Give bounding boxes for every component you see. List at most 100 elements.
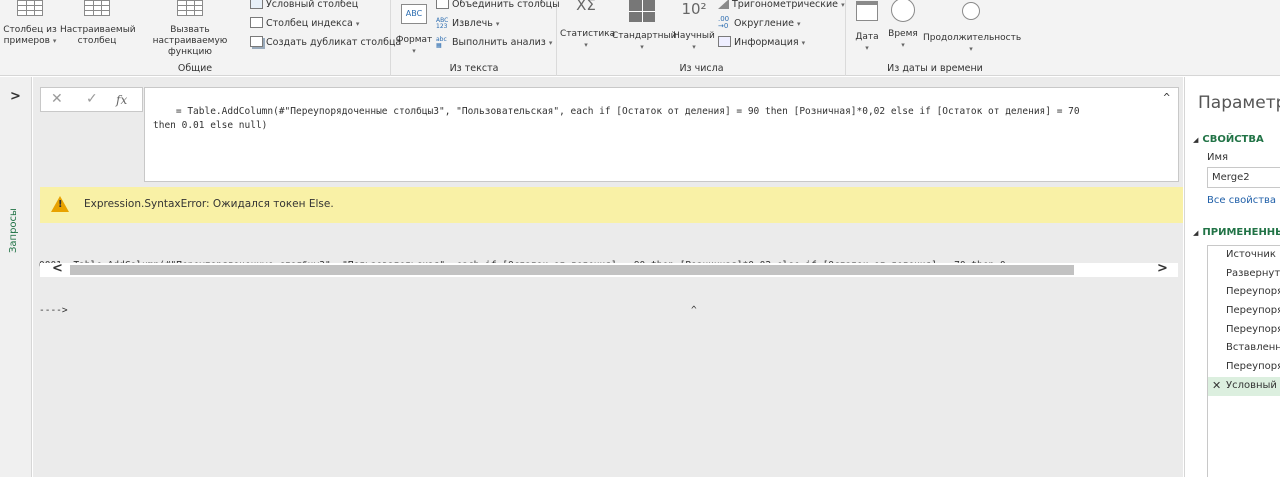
ribbon-group-from-number: XΣ Статистика ▾ Стандартный ▾ 10² Научный ▾… — [558, 0, 846, 76]
statistics-button[interactable]: XΣ Статистика ▾ — [560, 0, 615, 51]
rounding-icon: .00 →0 — [718, 15, 730, 30]
sigma-icon: XΣ — [576, 0, 596, 14]
collapse-triangle-icon: ◢ — [1193, 229, 1199, 237]
trigonometry-button[interactable]: Тригонометрические ▾ — [718, 0, 845, 13]
clock-icon — [891, 0, 915, 22]
formula-toolbar: ✕ ✓ fx — [40, 87, 143, 112]
fx-icon[interactable]: fx — [116, 93, 127, 107]
warning-icon — [51, 196, 69, 212]
table-icon — [17, 0, 43, 16]
duration-button[interactable]: Продолжительность ▾ — [923, 0, 1021, 55]
chevron-down-icon: ▾ — [412, 47, 416, 55]
calendar-icon — [856, 1, 878, 21]
ribbon-group-from-text: ABC Формат ▾ Объединить столбцы ABC 123 Изв… — [392, 0, 560, 76]
parse-button[interactable]: abc ▦ Выполнить анализ ▾ — [436, 34, 552, 51]
date-button[interactable]: Дата ▾ — [851, 0, 883, 54]
step-item-active[interactable]: ✕Условный столбец — [1208, 376, 1280, 396]
step-item[interactable]: Развернутый элемент — [1208, 265, 1280, 284]
step-item[interactable]: Переупорядоченные столбцы2 — [1208, 321, 1280, 340]
chevron-down-icon: ▾ — [355, 20, 360, 28]
queries-pane-label[interactable]: Запросы — [8, 208, 19, 253]
extract-icon: ABC 123 — [436, 17, 449, 30]
error-pointer-line: ----> ^ — [39, 305, 697, 316]
formula-bar[interactable]: = Table.AddColumn(#"Переупорядоченные ст… — [144, 87, 1179, 182]
chevron-down-icon: ▾ — [841, 1, 845, 9]
extract-button[interactable]: ABC 123 Извлечь ▾ — [436, 15, 499, 32]
step-item[interactable]: Переупорядоченные столбцы3 — [1208, 358, 1280, 377]
query-settings-pane: Параметры запроса ◢СВОЙСТВА Имя Merge2 В… — [1184, 77, 1280, 477]
scrollbar-thumb[interactable] — [70, 265, 1074, 275]
all-properties-link[interactable]: Все свойства — [1207, 195, 1276, 206]
error-message: Expression.SyntaxError: Ожидался токен E… — [84, 198, 334, 210]
chevron-down-icon: ▾ — [584, 41, 588, 49]
expand-queries-chevron-icon[interactable]: > — [10, 89, 21, 104]
queries-pane: > Запросы — [0, 77, 32, 477]
chevron-down-icon: ▾ — [692, 43, 696, 51]
collapse-formula-bar-icon[interactable]: ^ — [1163, 91, 1170, 105]
horizontal-scrollbar[interactable]: < > — [40, 261, 1178, 277]
parse-icon: abc ▦ — [436, 36, 447, 49]
duplicate-column-button[interactable]: Создать дубликат столбца — [250, 34, 401, 51]
duplicate-column-icon — [250, 36, 263, 47]
applied-steps-list: Источник Развернутый элемент Переупорядо… — [1207, 245, 1280, 477]
standard-operations-icon — [629, 0, 655, 22]
standard-button[interactable]: Стандартный ▾ — [612, 0, 676, 53]
chevron-down-icon: ▾ — [548, 39, 553, 47]
ribbon-group-label: Из текста — [449, 63, 499, 74]
stopwatch-icon — [962, 2, 980, 20]
conditional-column-icon — [250, 0, 263, 9]
ribbon-group-label: Из числа — [679, 63, 724, 74]
ribbon: Столбец из примеров ▾ Настраиваемый стол… — [0, 0, 1280, 76]
chevron-down-icon: ▾ — [495, 20, 500, 28]
step-item[interactable]: Переупорядоченные столбцы1 — [1208, 302, 1280, 321]
scroll-left-icon[interactable]: < — [52, 261, 63, 276]
properties-section-header[interactable]: ◢ СВОЙСТВА — [1193, 134, 1264, 145]
cancel-formula-icon[interactable]: ✕ — [51, 91, 63, 107]
power-icon: 10² — [681, 0, 707, 18]
triangle-icon — [718, 0, 729, 9]
error-detail: 0001: Table.AddColumn(#"Переупорядоченны… — [39, 228, 1183, 348]
invoke-custom-function-button[interactable]: Вызвать настраиваемую функцию — [134, 0, 246, 58]
chevron-down-icon: ▾ — [901, 41, 905, 49]
main-area: ✕ ✓ fx = Table.AddColumn(#"Переупорядоче… — [33, 77, 1183, 477]
chevron-down-icon: ▾ — [969, 45, 973, 53]
step-item[interactable]: Переупорядоченные столбцы — [1208, 283, 1280, 302]
conditional-column-button[interactable]: Условный столбец — [250, 0, 358, 13]
chevron-down-icon: ▾ — [52, 37, 57, 45]
applied-steps-section-header[interactable]: ◢ПРИМЕНЕННЫЕ ШАГИ — [1193, 227, 1280, 238]
merge-columns-button[interactable]: Объединить столбцы — [436, 0, 560, 13]
error-banner: Expression.SyntaxError: Ожидался токен E… — [40, 187, 1183, 223]
format-text-icon: ABC — [401, 4, 427, 24]
information-icon — [718, 36, 731, 47]
name-label: Имя — [1207, 152, 1229, 163]
ribbon-group-label: Общие — [177, 63, 213, 74]
rounding-button[interactable]: .00 →0 Округление ▾ — [718, 15, 801, 32]
index-column-button[interactable]: Столбец индекса ▾ — [250, 15, 359, 32]
custom-column-button[interactable]: Настраиваемый столбец — [60, 0, 136, 47]
pane-title: Параметры запроса — [1198, 93, 1280, 113]
ribbon-group-general: Столбец из примеров ▾ Настраиваемый стол… — [0, 0, 401, 76]
commit-formula-icon[interactable]: ✓ — [86, 91, 98, 107]
index-column-icon — [250, 17, 263, 28]
chevron-down-icon: ▾ — [801, 39, 806, 47]
table-icon — [84, 0, 110, 16]
formula-text[interactable]: = Table.AddColumn(#"Переупорядоченные ст… — [153, 106, 1080, 131]
collapse-triangle-icon: ◢ — [1193, 136, 1199, 144]
merge-columns-icon — [436, 0, 449, 9]
chevron-down-icon: ▾ — [640, 43, 644, 51]
column-from-examples-button[interactable]: Столбец из примеров ▾ — [2, 0, 58, 47]
delete-step-icon[interactable]: ✕ — [1212, 377, 1221, 396]
function-table-icon — [177, 0, 203, 16]
step-item[interactable]: Вставленное деление — [1208, 339, 1280, 358]
chevron-down-icon: ▾ — [865, 44, 869, 52]
time-button[interactable]: Время ▾ — [885, 0, 921, 51]
query-name-input[interactable]: Merge2 — [1207, 167, 1280, 188]
scientific-button[interactable]: 10² Научный ▾ — [672, 0, 716, 53]
information-button[interactable]: Информация ▾ — [718, 34, 805, 51]
step-item[interactable]: Источник — [1208, 246, 1280, 265]
ribbon-group-from-datetime: Дата ▾ Время ▾ Продолжительность ▾ Из даты … — [847, 0, 1023, 76]
chevron-down-icon: ▾ — [797, 20, 801, 28]
ribbon-group-label: Из даты и времени — [887, 63, 983, 74]
format-button[interactable]: ABC Формат ▾ — [394, 0, 434, 57]
scroll-right-icon[interactable]: > — [1157, 261, 1168, 276]
